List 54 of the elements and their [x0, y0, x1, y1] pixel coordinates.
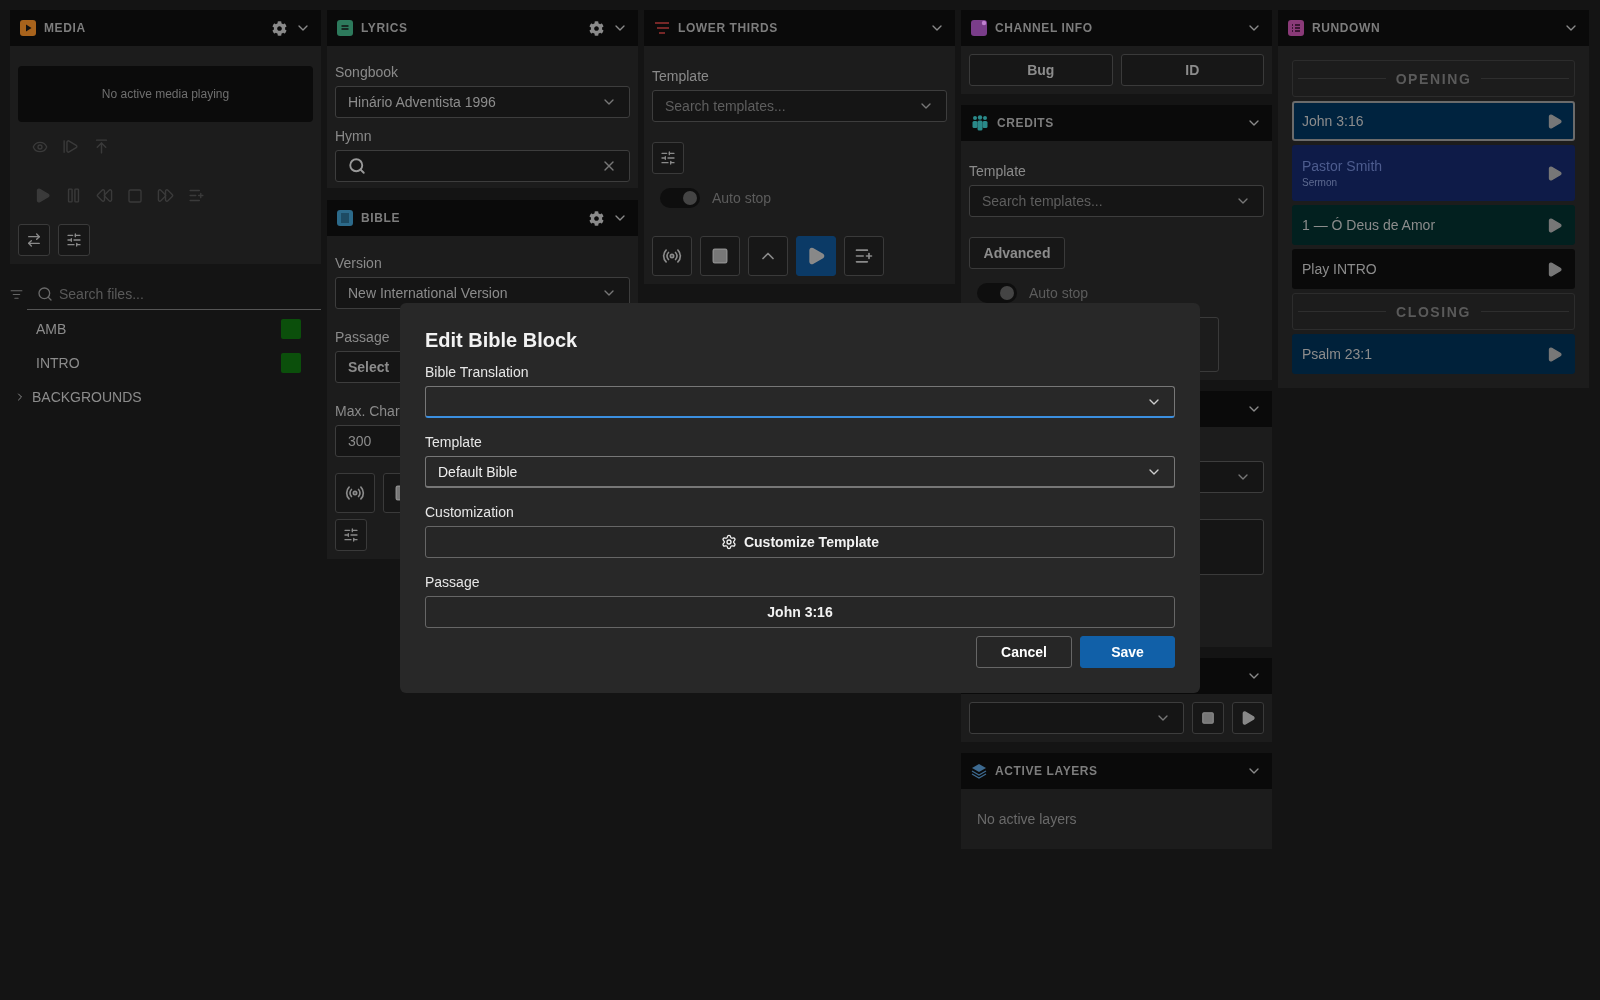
- rundown-item[interactable]: Pastor Smith Sermon: [1292, 145, 1575, 201]
- item-title: John 3:16: [1302, 113, 1365, 129]
- panel-title: BIBLE: [361, 211, 401, 225]
- rundown-item[interactable]: 1 — Ó Deus de Amor: [1292, 205, 1575, 245]
- customize-button[interactable]: Customize Template: [425, 526, 1175, 558]
- save-button[interactable]: Save: [1080, 636, 1175, 668]
- field-label: Passage: [335, 329, 390, 345]
- section-title: CLOSING: [1396, 303, 1471, 320]
- item-title: 1 — Ó Deus de Amor: [1302, 217, 1437, 233]
- folder-item[interactable]: BACKGROUNDS: [4, 380, 321, 414]
- select-field[interactable]: Default Bible: [425, 456, 1175, 488]
- field-label: Customization: [425, 504, 514, 520]
- advanced-button[interactable]: Advanced: [969, 237, 1065, 269]
- item-title: Pastor Smith: [1302, 158, 1384, 174]
- file-name: INTRO: [36, 355, 80, 371]
- field-label: Bible Translation: [425, 364, 529, 380]
- field-label: Max. Char: [335, 403, 400, 419]
- empty-message: No active layers: [977, 811, 1078, 827]
- media-status: No active media playing: [18, 66, 313, 122]
- panel-title: CREDITS: [997, 116, 1055, 130]
- item-subtitle: Sermon: [1302, 177, 1338, 188]
- channel-button[interactable]: ID: [1120, 54, 1264, 86]
- panel-title: LYRICS: [361, 21, 409, 35]
- dialog-title: Edit Bible Block: [425, 329, 578, 352]
- toggle-label: Auto stop: [1029, 285, 1089, 301]
- panel-title: LOWER THIRDS: [678, 21, 779, 35]
- panel-title: MEDIA: [44, 21, 87, 35]
- cancel-button[interactable]: Cancel: [976, 636, 1072, 668]
- songbook-select[interactable]: Hinário Adventista 1996: [335, 86, 630, 118]
- field-label: Template: [652, 68, 709, 84]
- template-select[interactable]: Search templates...: [969, 185, 1264, 217]
- item-title: Play INTRO: [1302, 261, 1378, 277]
- rundown-item[interactable]: Play INTRO: [1292, 249, 1575, 289]
- field-label: Version: [335, 255, 382, 271]
- section-title: OPENING: [1395, 70, 1472, 87]
- file-name: AMB: [36, 321, 67, 337]
- rundown-item[interactable]: Psalm 23:1: [1292, 334, 1575, 374]
- file-item[interactable]: INTRO: [26, 346, 321, 380]
- channel-button[interactable]: Bug: [969, 54, 1113, 86]
- panel-title: RUNDOWN: [1312, 21, 1382, 35]
- field-label: Template: [425, 434, 482, 450]
- template-select[interactable]: Search templates...: [652, 90, 947, 122]
- panel-title: ACTIVE LAYERS: [995, 764, 1099, 778]
- item-title: Psalm 23:1: [1302, 346, 1374, 362]
- field-label: Hymn: [335, 128, 372, 144]
- field-label: Template: [969, 163, 1026, 179]
- rundown-item[interactable]: John 3:16: [1292, 101, 1575, 141]
- panel-title: CHANNEL INFO: [995, 21, 1094, 35]
- folder-name: BACKGROUNDS: [32, 389, 142, 405]
- field-label: Passage: [425, 574, 480, 590]
- toggle-label: Auto stop: [712, 190, 772, 206]
- file-item[interactable]: AMB: [26, 312, 321, 346]
- field-label: Songbook: [335, 64, 399, 80]
- passage-button[interactable]: John 3:16: [425, 596, 1175, 628]
